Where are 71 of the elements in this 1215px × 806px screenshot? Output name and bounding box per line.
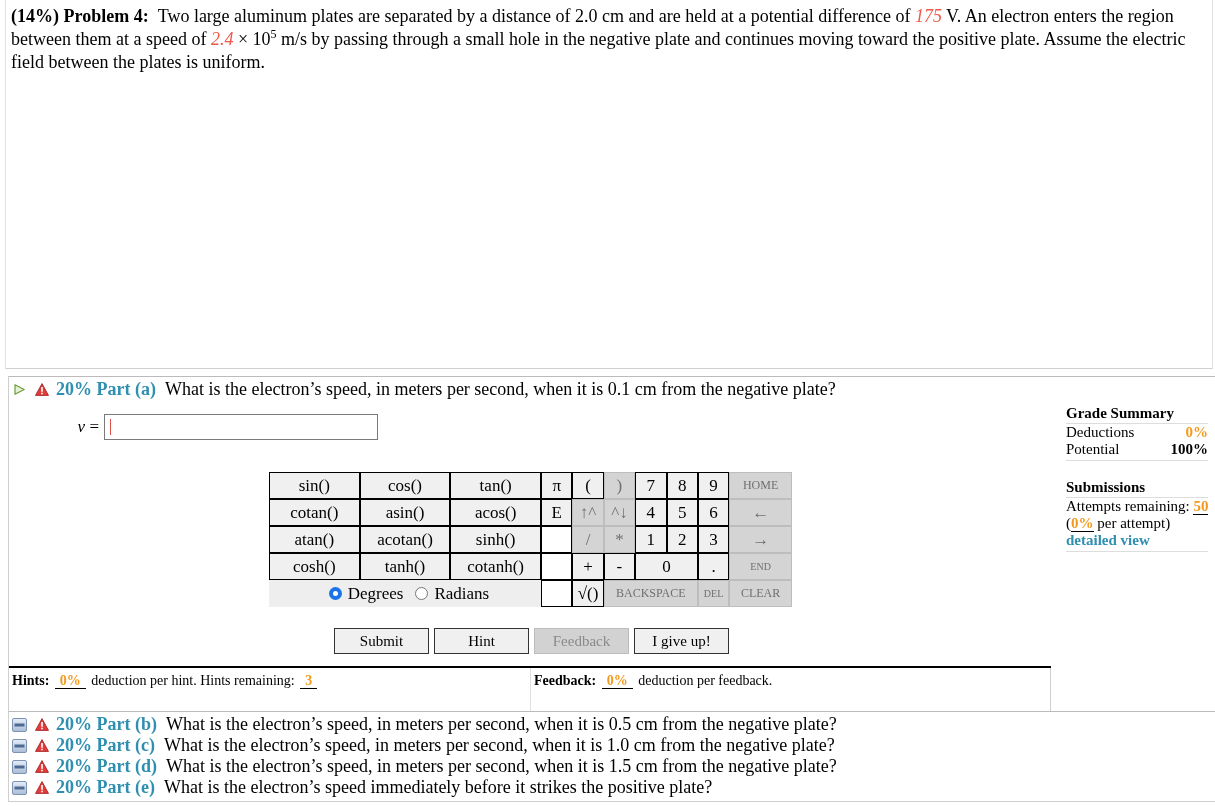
function-key[interactable]: tan() (450, 472, 541, 499)
minus-box-icon[interactable] (12, 717, 27, 732)
action-button[interactable]: Hint (434, 628, 529, 654)
function-key[interactable]: cotanh() (450, 553, 541, 580)
question-text: What is the electron’s speed, in meters per second, when it is 1.0 cm from the negative plate? (163, 735, 835, 756)
question-text: What is the electron’s speed, in meters per second, when it is 0.1 cm from the negative plate? (164, 379, 836, 400)
function-key[interactable]: sinh() (450, 526, 541, 553)
question-text: What is the electron’s speed, in meters per second, when it is 1.5 cm from the negative plate? (166, 756, 837, 777)
minus-box-icon[interactable] (12, 738, 27, 753)
hints-info: Hints: 0% deduction per hint. Hints remaining: 3 (12, 673, 320, 688)
problem-statement: (14%) Problem 4: Two large aluminum plates are separated by a distance of 2.0 cm and are held at a potential difference of 175 V. An electron enters the region between them at a speed of 2.4 × 10$^{5}$ m/s by passing through a small hole in the negative plate and continues moving toward the positive plate. Assume the electric field between the plates is uniform. (11, 5, 1187, 74)
radio-label: Radians (434, 583, 490, 604)
warning-icon (35, 781, 49, 794)
submissions-title: Submissions (1066, 479, 1208, 498)
function-key[interactable]: sin() (269, 472, 360, 499)
part-title: 20% Part (d) (56, 756, 157, 777)
function-key[interactable]: cos() (359, 472, 451, 499)
function-key[interactable]: acotan() (359, 526, 451, 553)
keypad-key[interactable]: 8 (666, 472, 698, 499)
keypad-key[interactable]: 2 (666, 526, 698, 553)
summary-value: 100% (1170, 441, 1208, 458)
question-text: What is the electron’s speed immediately before it strikes the positive plate? (163, 777, 713, 798)
radio-button[interactable] (415, 587, 429, 600)
action-button[interactable]: I give up! (634, 628, 729, 654)
function-key[interactable]: tanh() (359, 553, 451, 580)
part-title: 20% Part (c) (56, 735, 155, 756)
answer-field[interactable] (104, 414, 378, 440)
keypad-key[interactable]: 6 (697, 499, 730, 526)
radio-button[interactable] (328, 587, 342, 600)
keypad-key[interactable]: 9 (697, 472, 730, 499)
keypad-key[interactable]: 0 (635, 553, 698, 580)
keypad-key[interactable]: ( (572, 472, 604, 499)
warning-icon (35, 760, 49, 773)
attempts-text: Attempts remaining: 50 (1066, 498, 1209, 515)
action-button[interactable]: Submit (334, 628, 429, 654)
keypad-key[interactable]: 7 (635, 472, 667, 499)
function-key[interactable]: cotan() (269, 499, 360, 526)
feedback-info: Feedback: 0% deduction per feedback. (534, 673, 773, 688)
function-key[interactable]: asin() (359, 499, 451, 526)
per-attempt-text: (0% per attempt) (1066, 515, 1171, 532)
keypad-key[interactable]: . (697, 553, 730, 580)
warning-icon (35, 718, 49, 731)
keypad-key[interactable]: 3 (697, 526, 730, 553)
variable-label: v = (76, 417, 99, 437)
keypad-key[interactable]: 5 (666, 499, 698, 526)
play-icon[interactable] (14, 384, 25, 395)
detailed-view-link[interactable]: detailed view (1066, 532, 1150, 548)
summary-label: Deductions (1066, 424, 1135, 441)
keypad-key[interactable]: π (541, 472, 573, 499)
keypad-key[interactable]: √() (572, 580, 604, 607)
function-key[interactable]: atan() (269, 526, 360, 553)
keypad-key[interactable]: - (603, 553, 636, 580)
radio-label: Degrees (347, 583, 404, 604)
keypad-key[interactable]: + (572, 553, 604, 580)
warning-icon (35, 383, 49, 396)
text-cursor-icon (110, 419, 111, 435)
part-title: 20% Part (e) (56, 777, 155, 798)
function-key[interactable]: cosh() (269, 553, 360, 580)
question-text: What is the electron’s speed, in meters per second, when it is 0.5 cm from the negative plate? (166, 714, 837, 735)
minus-box-icon[interactable] (12, 759, 27, 774)
grade-summary-title: Grade Summary (1066, 405, 1208, 424)
keypad-key[interactable]: 1 (635, 526, 667, 553)
keypad-key[interactable]: E (541, 499, 573, 526)
function-key[interactable]: acos() (450, 499, 541, 526)
keypad-key[interactable]: 4 (635, 499, 667, 526)
minus-box-icon[interactable] (12, 780, 27, 795)
warning-icon (35, 739, 49, 752)
part-title: 20% Part (a) (56, 379, 156, 400)
summary-label: Potential (1066, 441, 1120, 458)
part-title: 20% Part (b) (56, 714, 157, 735)
summary-value: 0% (1185, 424, 1208, 441)
